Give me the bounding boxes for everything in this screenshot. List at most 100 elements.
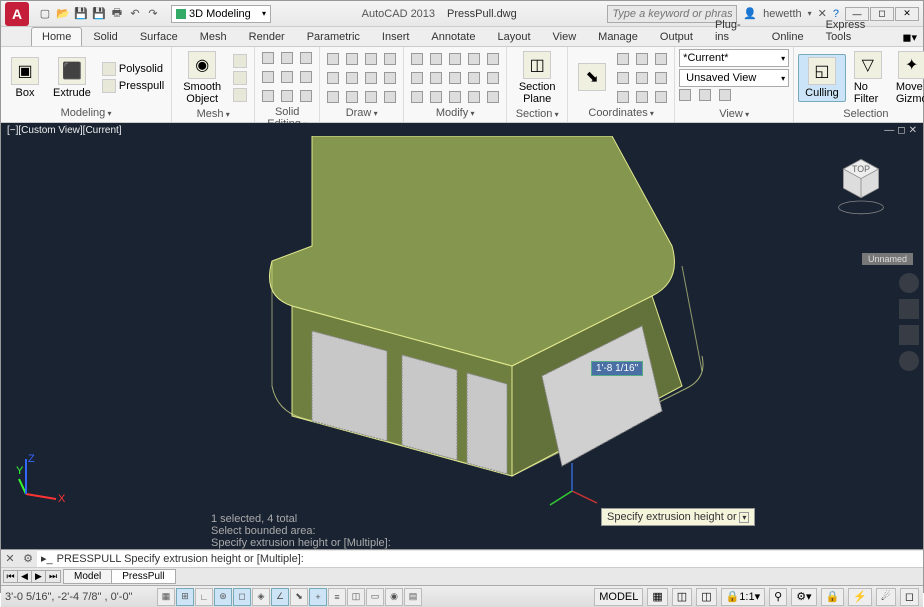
panel-title-modeling[interactable]: Modeling	[61, 107, 112, 119]
doc-max-icon[interactable]: ◻	[897, 125, 905, 136]
doc-close-icon[interactable]: ✕	[909, 125, 917, 136]
polysolid-button[interactable]: Polysolid	[99, 61, 167, 77]
workspace-cog-icon[interactable]: ⚙▾	[791, 588, 816, 606]
title-center: AutoCAD 2013 PressPull.dwg	[271, 8, 607, 20]
qv-drawing-icon[interactable]: ◫	[696, 588, 716, 606]
pan-icon[interactable]	[899, 299, 919, 319]
tab-solid[interactable]: Solid	[82, 27, 128, 46]
toolbar-lock-icon[interactable]: 🔒	[821, 588, 845, 606]
new-icon[interactable]: ▢	[37, 6, 53, 22]
extrude-button[interactable]: ⬛Extrude	[47, 55, 97, 101]
isolate-icon[interactable]: ☄	[876, 588, 896, 606]
panel-title-coordinates[interactable]: Coordinates	[588, 107, 654, 119]
close-button[interactable]: ✕	[895, 7, 919, 21]
dyn-toggle[interactable]: +	[309, 588, 327, 606]
tab-mesh[interactable]: Mesh	[189, 27, 238, 46]
section-plane-button[interactable]: ◫Section Plane	[511, 49, 563, 107]
cmdline-close-icon[interactable]: ✕	[1, 551, 19, 567]
tab-online[interactable]: Online	[761, 27, 815, 46]
ribbon-collapse-button[interactable]: ◼▾	[896, 29, 923, 46]
box-icon: ▣	[11, 57, 39, 85]
tooltip-dropdown-icon[interactable]: ▾	[739, 512, 749, 523]
culling-button[interactable]: ◱Culling	[798, 54, 846, 102]
panel-title-mesh[interactable]: Mesh	[197, 108, 230, 120]
presspull-button[interactable]: Presspull	[99, 78, 167, 94]
viewport[interactable]: [−][Custom View][Current] —◻ ✕ TOP Unname…	[1, 123, 923, 567]
tab-home[interactable]: Home	[31, 27, 82, 46]
plot-icon[interactable]: 🖶	[109, 6, 125, 22]
grid-cog-icon[interactable]: ▦	[647, 588, 667, 606]
tab-insert[interactable]: Insert	[371, 27, 421, 46]
tab-next-icon[interactable]: ▶	[32, 571, 46, 582]
orbit-icon[interactable]	[899, 351, 919, 371]
view-label[interactable]: [−][Custom View][Current]	[7, 125, 122, 136]
hardware-accel-icon[interactable]: ⚡	[848, 588, 872, 606]
coords-readout[interactable]: 3'-0 5/16", -2'-4 7/8" , 0'-0"	[5, 591, 155, 603]
workspace-dropdown[interactable]: 3D Modeling ▾	[171, 5, 271, 23]
tab-last-icon[interactable]: ⏭	[46, 571, 60, 582]
lwt-toggle[interactable]: ≡	[328, 588, 346, 606]
gizmo-button[interactable]: ✦Move Gizmo	[890, 49, 924, 107]
undo-icon[interactable]: ↶	[127, 6, 143, 22]
viewcube-label[interactable]: Unnamed	[862, 253, 913, 265]
doc-min-icon[interactable]: —	[884, 125, 894, 136]
app-menu-button[interactable]: A	[5, 2, 29, 26]
tab-parametric[interactable]: Parametric	[296, 27, 371, 46]
ortho-toggle[interactable]: ∟	[195, 588, 213, 606]
extrude-icon: ⬛	[58, 57, 86, 85]
annoscale-button[interactable]: 🔒 1:1▾	[721, 588, 766, 606]
view-combo[interactable]: *Current*▾	[679, 49, 789, 67]
panel-title-draw[interactable]: Draw	[346, 107, 378, 119]
redo-icon[interactable]: ↷	[145, 6, 161, 22]
am-toggle[interactable]: ▤	[404, 588, 422, 606]
osnap-toggle[interactable]: ◻	[233, 588, 251, 606]
3dosnap-toggle[interactable]: ◈	[252, 588, 270, 606]
annovisibility-icon[interactable]: ⚲	[769, 588, 787, 606]
viewcube[interactable]: TOP Unnamed	[829, 153, 893, 217]
tab-layout[interactable]: Layout	[486, 27, 541, 46]
ducs-toggle[interactable]: ⬊	[290, 588, 308, 606]
tab-first-icon[interactable]: ⏮	[4, 571, 18, 582]
unsaved-view-combo[interactable]: Unsaved View▾	[679, 69, 789, 87]
panel-title-modify[interactable]: Modify	[436, 107, 475, 119]
save-icon[interactable]: 💾	[73, 6, 89, 22]
qv-layout-icon[interactable]: ◫	[672, 588, 692, 606]
grid-toggle[interactable]: ⊞	[176, 588, 194, 606]
qp-toggle[interactable]: ▭	[366, 588, 384, 606]
box-button[interactable]: ▣Box	[5, 55, 45, 101]
tab-presspull[interactable]: PressPull	[111, 569, 175, 584]
nofilter-button[interactable]: ▽No Filter	[848, 49, 888, 107]
snap-toggle[interactable]: ▦	[157, 588, 175, 606]
dynamic-input[interactable]: 1'-8 1/16"	[591, 361, 643, 376]
model-space-button[interactable]: MODEL	[594, 588, 643, 606]
tab-annotate[interactable]: Annotate	[420, 27, 486, 46]
tab-render[interactable]: Render	[238, 27, 296, 46]
otrack-toggle[interactable]: ∠	[271, 588, 289, 606]
command-input[interactable]: ▸_PRESSPULL Specify extrusion height or …	[37, 551, 923, 567]
ucs-button[interactable]: ⬊	[572, 61, 612, 95]
saveas-icon[interactable]: 💾	[91, 6, 107, 22]
cleanscreen-icon[interactable]: ◻	[900, 588, 919, 606]
tab-model[interactable]: Model	[63, 569, 112, 584]
status-bar: 3'-0 5/16", -2'-4 7/8" , 0'-0" ▦ ⊞ ∟ ⊛ ◻…	[1, 585, 923, 607]
section-icon: ◫	[523, 51, 551, 79]
tpy-toggle[interactable]: ◫	[347, 588, 365, 606]
sc-toggle[interactable]: ◉	[385, 588, 403, 606]
cmdline-config-icon[interactable]: ⚙	[19, 551, 37, 567]
tab-manage[interactable]: Manage	[587, 27, 649, 46]
tab-view[interactable]: View	[542, 27, 588, 46]
smooth-object-button[interactable]: ◉Smooth Object	[176, 49, 228, 107]
ucs-icon-viewport[interactable]: XYZ	[16, 454, 66, 507]
gizmo-icon: ✦	[898, 51, 924, 79]
tab-surface[interactable]: Surface	[129, 27, 189, 46]
steering-wheel-icon[interactable]	[899, 273, 919, 293]
tab-output[interactable]: Output	[649, 27, 704, 46]
tab-express[interactable]: Express Tools	[815, 15, 897, 46]
panel-title-view[interactable]: View	[719, 108, 749, 120]
polar-toggle[interactable]: ⊛	[214, 588, 232, 606]
open-icon[interactable]: 📂	[55, 6, 71, 22]
panel-title-section[interactable]: Section	[516, 108, 559, 120]
zoom-icon[interactable]	[899, 325, 919, 345]
tab-plugins[interactable]: Plug-ins	[704, 15, 761, 46]
tab-prev-icon[interactable]: ◀	[18, 571, 32, 582]
